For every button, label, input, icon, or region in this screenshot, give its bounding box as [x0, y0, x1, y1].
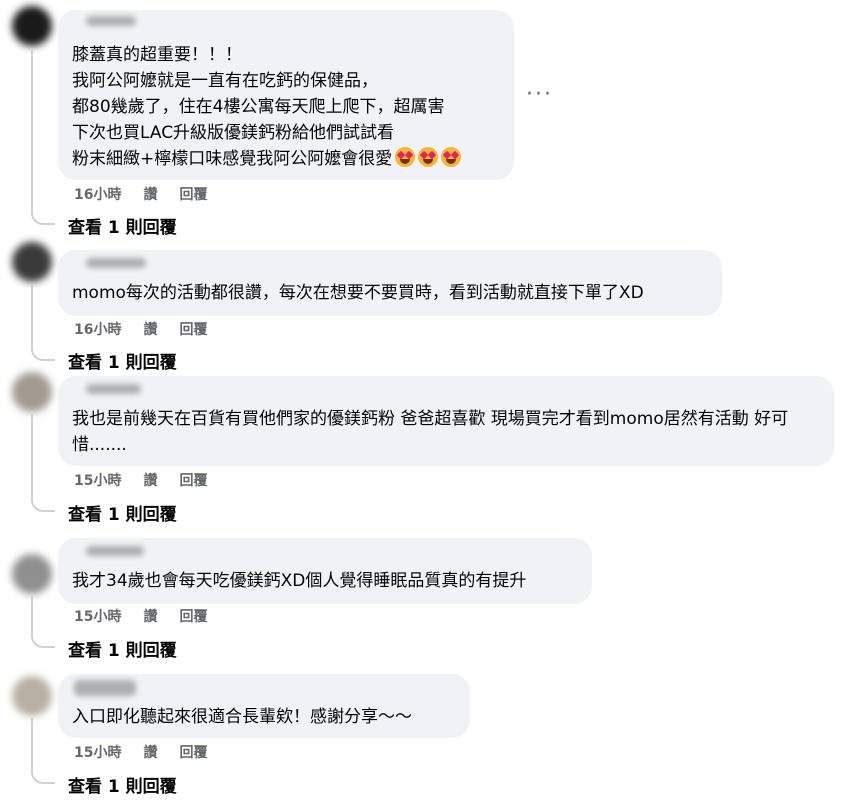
timestamp[interactable]: 16小時 — [74, 184, 121, 204]
reply-thread-line — [31, 414, 55, 512]
heart-eyes-emoji — [418, 147, 439, 167]
redacted-author-name — [86, 258, 146, 268]
comment-actions: 15小時 讚 回覆 — [74, 606, 207, 626]
like-button[interactable]: 讚 — [143, 319, 157, 339]
reply-thread-line — [31, 596, 55, 648]
reply-button[interactable]: 回覆 — [179, 606, 207, 626]
comment-body: 膝蓋真的超重要！！！ 我阿公阿嬤就是一直有在吃鈣的保健品， 都80幾歲了，住在4… — [72, 45, 445, 169]
reply-button[interactable]: 回覆 — [179, 742, 207, 762]
avatar[interactable] — [12, 6, 52, 46]
comment-actions: 15小時 讚 回覆 — [74, 742, 207, 762]
avatar[interactable] — [12, 554, 52, 594]
timestamp[interactable]: 16小時 — [74, 319, 121, 339]
redacted-author-name — [86, 546, 144, 556]
redacted-author-name — [74, 680, 136, 696]
comment-text: 我才34歲也會每天吃優鎂鈣XD個人覺得睡眠品質真的有提升 — [72, 571, 527, 591]
comment-text: momo每次的活動都很讚，每次在想要不要買時，看到活動就直接下單了XD — [72, 283, 644, 303]
redacted-author-name — [86, 16, 136, 26]
like-button[interactable]: 讚 — [143, 742, 157, 762]
reply-button[interactable]: 回覆 — [179, 184, 207, 204]
comment-text: 入口即化聽起來很適合長輩欸！感謝分享～～ — [72, 707, 412, 727]
comment-text: 膝蓋真的超重要！！！ 我阿公阿嬤就是一直有在吃鈣的保健品， 都80幾歲了，住在4… — [72, 42, 500, 172]
avatar[interactable] — [12, 372, 52, 412]
heart-eyes-emoji — [395, 147, 416, 167]
view-replies-link[interactable]: 查看 1 則回覆 — [68, 500, 177, 525]
view-replies-link[interactable]: 查看 1 則回覆 — [68, 636, 177, 661]
heart-eyes-emoji — [441, 147, 462, 167]
reply-thread-line — [31, 48, 55, 225]
comment-bubble: 入口即化聽起來很適合長輩欸！感謝分享～～ — [58, 674, 470, 738]
comment-bubble: 膝蓋真的超重要！！！ 我阿公阿嬤就是一直有在吃鈣的保健品， 都80幾歲了，住在4… — [58, 10, 514, 180]
view-replies-link[interactable]: 查看 1 則回覆 — [68, 213, 177, 238]
reply-button[interactable]: 回覆 — [179, 470, 207, 490]
redacted-author-name — [86, 384, 141, 394]
comment-bubble: 我也是前幾天在百貨有買他們家的優鎂鈣粉 爸爸超喜歡 現場買完才看到momo居然有… — [58, 376, 834, 466]
reply-thread-line — [31, 718, 55, 784]
avatar[interactable] — [12, 242, 52, 282]
timestamp[interactable]: 15小時 — [74, 742, 121, 762]
comment-actions: 16小時 讚 回覆 — [74, 184, 207, 204]
view-replies-link[interactable]: 查看 1 則回覆 — [68, 348, 177, 373]
more-options-icon[interactable]: ··· — [526, 84, 553, 106]
comment-bubble: 我才34歲也會每天吃優鎂鈣XD個人覺得睡眠品質真的有提升 — [58, 538, 592, 604]
comment-bubble: momo每次的活動都很讚，每次在想要不要買時，看到活動就直接下單了XD — [58, 250, 722, 316]
like-button[interactable]: 讚 — [143, 184, 157, 204]
timestamp[interactable]: 15小時 — [74, 606, 121, 626]
like-button[interactable]: 讚 — [143, 470, 157, 490]
comment-actions: 16小時 讚 回覆 — [74, 319, 207, 339]
like-button[interactable]: 讚 — [143, 606, 157, 626]
comment-text: 我也是前幾天在百貨有買他們家的優鎂鈣粉 爸爸超喜歡 現場買完才看到momo居然有… — [72, 409, 789, 455]
avatar[interactable] — [12, 676, 52, 716]
comment-actions: 15小時 讚 回覆 — [74, 470, 207, 490]
view-replies-link[interactable]: 查看 1 則回覆 — [68, 772, 177, 797]
reply-button[interactable]: 回覆 — [179, 319, 207, 339]
reply-thread-line — [31, 284, 55, 361]
timestamp[interactable]: 15小時 — [74, 470, 121, 490]
